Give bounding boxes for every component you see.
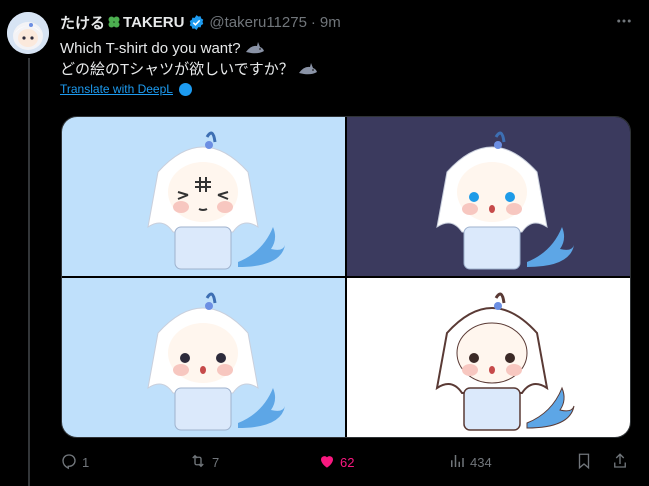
author-name-suffix[interactable]: TAKERU bbox=[123, 14, 184, 31]
bookmark-button[interactable] bbox=[575, 452, 593, 472]
reply-count: 1 bbox=[82, 454, 90, 470]
translate-label[interactable]: Translate with DeepL bbox=[60, 82, 173, 96]
repost-icon bbox=[188, 452, 208, 473]
repost-button[interactable]: 7 bbox=[188, 452, 219, 472]
like-count: 62 bbox=[340, 454, 355, 470]
tweet-header: たける TAKERU @takeru11275 · 9m bbox=[60, 11, 341, 33]
clover-icon bbox=[106, 14, 122, 30]
reply-button[interactable]: 1 bbox=[60, 452, 89, 472]
more-icon[interactable] bbox=[615, 12, 633, 34]
thread-line bbox=[28, 58, 30, 486]
verified-icon bbox=[188, 14, 205, 31]
repost-count: 7 bbox=[212, 454, 220, 470]
views-count: 434 bbox=[470, 454, 492, 470]
shark-emoji bbox=[298, 62, 318, 78]
avatar[interactable] bbox=[7, 12, 49, 54]
media-image-1[interactable] bbox=[62, 117, 345, 276]
tweet-text-line: Which T-shirt do you want? bbox=[60, 38, 318, 59]
tweet-text-ja: どの絵のTシャツが欲しいですか？ bbox=[60, 61, 294, 78]
tweet[interactable]: たける TAKERU @takeru11275 · 9m Which T-shi… bbox=[0, 0, 649, 486]
heart-icon bbox=[318, 452, 336, 473]
tweet-text: Which T-shirt do you want? どの絵のTシャツが欲しいで… bbox=[60, 38, 318, 80]
tweet-time[interactable]: 9m bbox=[320, 14, 341, 31]
tweet-text-line: どの絵のTシャツが欲しいですか？ bbox=[60, 59, 318, 80]
media-image-4[interactable] bbox=[347, 278, 630, 437]
views-button[interactable]: 434 bbox=[448, 452, 492, 472]
share-button[interactable] bbox=[611, 452, 629, 472]
bookmark-icon bbox=[575, 452, 593, 473]
shark-emoji bbox=[245, 41, 265, 57]
separator-dot: · bbox=[310, 13, 316, 31]
tweet-text-en: Which T-shirt do you want? bbox=[60, 40, 241, 57]
deepl-icon bbox=[178, 82, 192, 96]
share-icon bbox=[611, 452, 629, 473]
reply-icon bbox=[60, 452, 78, 473]
action-bar: 1 7 62 434 bbox=[60, 452, 640, 472]
author-name[interactable]: たける bbox=[60, 12, 105, 33]
media-image-2[interactable] bbox=[347, 117, 630, 276]
views-icon bbox=[448, 452, 466, 473]
like-button[interactable]: 62 bbox=[318, 452, 354, 472]
translate-link[interactable]: Translate with DeepL bbox=[60, 82, 192, 96]
author-handle[interactable]: @takeru11275 bbox=[209, 14, 307, 31]
media-grid bbox=[61, 116, 631, 438]
media-image-3[interactable] bbox=[62, 278, 345, 437]
